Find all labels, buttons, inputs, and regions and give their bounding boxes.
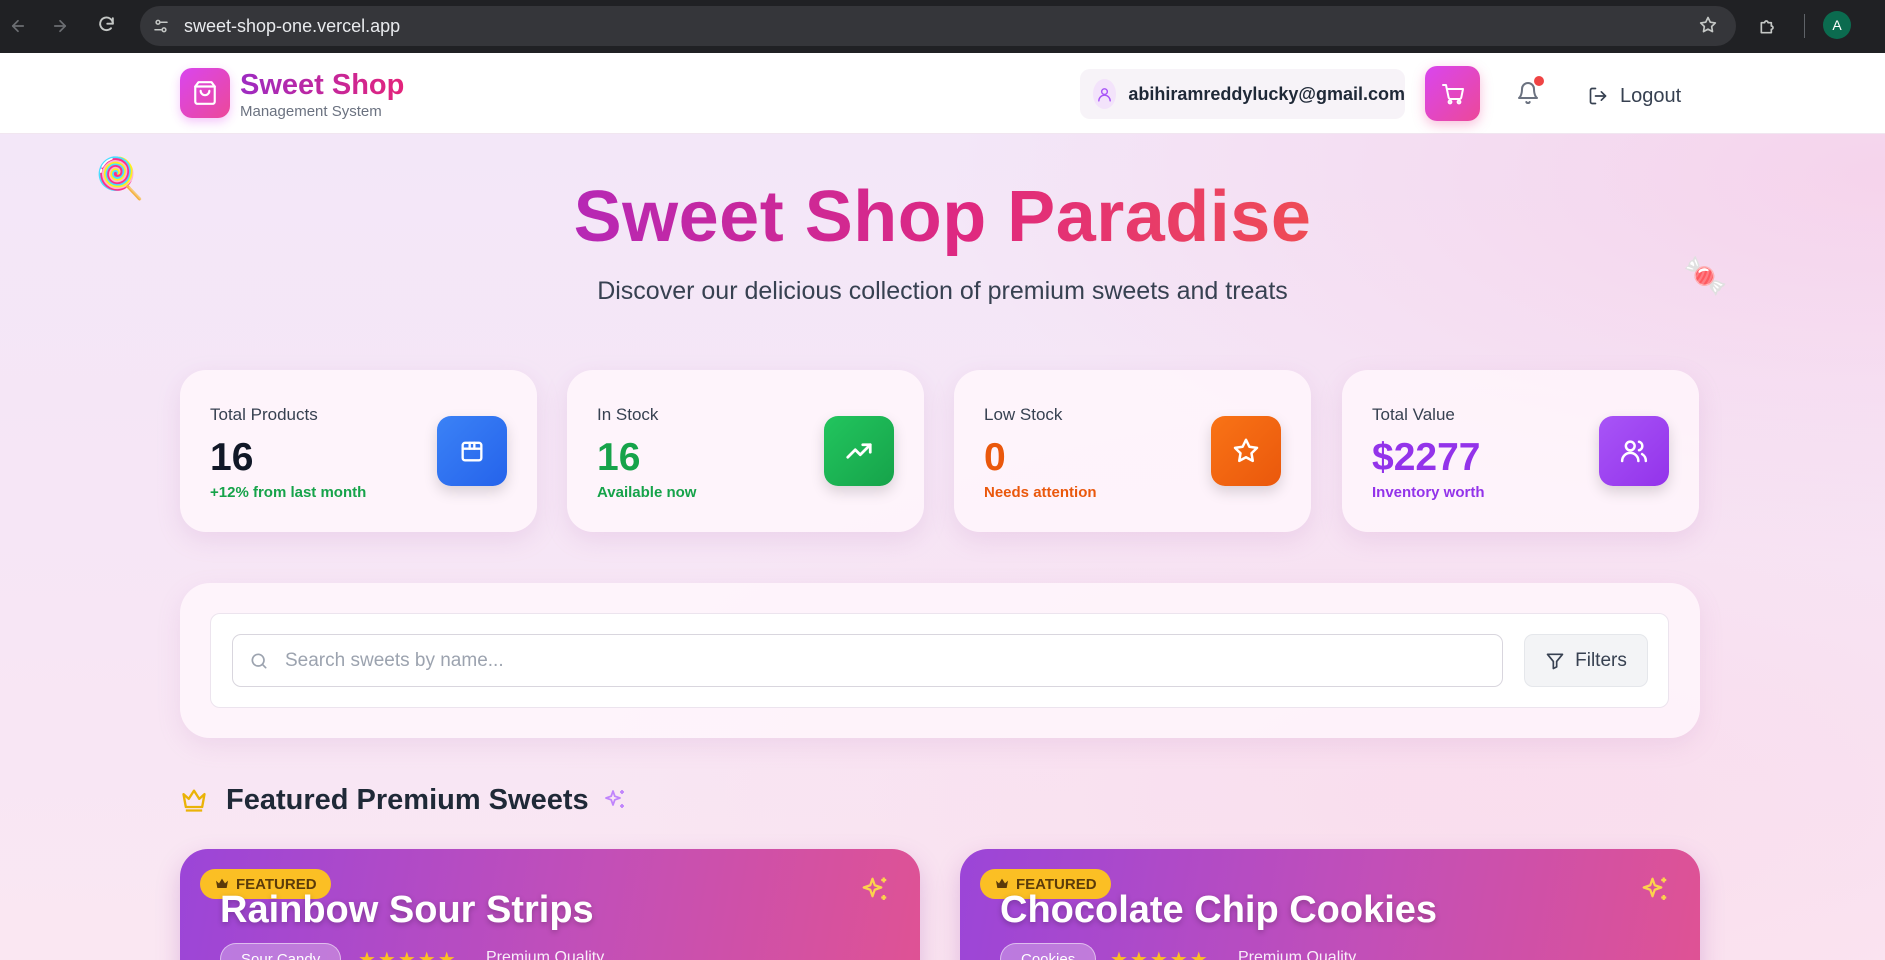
trending-up-icon (846, 443, 872, 459)
stat-value: 0 (984, 436, 1006, 479)
notification-dot (1534, 76, 1544, 86)
logout-button[interactable]: Logout (1588, 78, 1681, 114)
stat-card-low-stock: Low Stock 0 Needs attention (954, 370, 1311, 532)
url-text[interactable]: sweet-shop-one.vercel.app (184, 16, 400, 37)
rating-stars: ★★★★★ (358, 949, 458, 960)
hero-title: Sweet Shop Paradise (573, 177, 1312, 257)
puzzle-icon (1760, 20, 1774, 34)
stat-label: Total Value (1372, 405, 1455, 424)
stat-value: $2277 (1372, 436, 1481, 479)
sparkles-icon (860, 875, 890, 905)
search-panel: Filters (180, 583, 1700, 738)
stat-icon-box (437, 416, 507, 486)
filters-label: Filters (1575, 649, 1627, 671)
stat-note: +12% from last month (210, 484, 367, 501)
toolbar-divider (1804, 14, 1805, 38)
stat-value: 16 (210, 436, 254, 479)
logout-icon (1589, 87, 1607, 105)
sparkles-icon (1640, 875, 1670, 905)
app-header: Sweet Shop Management System abihiramred… (0, 53, 1885, 134)
stat-label: Low Stock (984, 405, 1063, 424)
stat-icon-users (1599, 416, 1669, 486)
user-avatar (1093, 79, 1117, 109)
brand-title: Sweet Shop (240, 69, 405, 101)
cart-button[interactable] (1425, 66, 1480, 121)
hero-subtitle: Discover our delicious collection of pre… (597, 277, 1288, 305)
users-icon (1620, 440, 1648, 463)
browser-toolbar: sweet-shop-one.vercel.app A (0, 0, 1885, 53)
stat-card-total-products: Total Products 16 +12% from last month (180, 370, 537, 532)
user-email: abihiramreddylucky@gmail.com (1128, 83, 1405, 104)
rating-stars: ★★★★★ (1110, 949, 1210, 960)
sparkles-icon (603, 788, 627, 812)
search-bar-container: Filters (210, 613, 1669, 708)
stat-card-in-stock: In Stock 16 Available now (567, 370, 924, 532)
featured-product-name: Rainbow Sour Strips (220, 889, 594, 931)
address-bar[interactable]: sweet-shop-one.vercel.app (140, 6, 1736, 46)
profile-avatar[interactable]: A (1823, 11, 1851, 39)
arrow-right-icon (53, 19, 67, 33)
extensions-button[interactable] (1752, 10, 1784, 42)
brand-subtitle: Management System (240, 103, 382, 120)
user-chip[interactable]: abihiramreddylucky@gmail.com (1080, 69, 1405, 119)
featured-section-title: Featured Premium Sweets (226, 783, 589, 816)
site-info-button[interactable] (146, 11, 176, 41)
arrow-left-icon (11, 19, 25, 33)
reload-button[interactable] (90, 8, 122, 40)
back-button[interactable] (2, 10, 34, 42)
featured-product-name: Chocolate Chip Cookies (1000, 889, 1438, 931)
quality-label: Premium Quality (486, 949, 605, 960)
featured-card[interactable]: FEATURED Rainbow Sour Strips Sour Candy … (180, 849, 920, 960)
stat-value: 16 (597, 436, 641, 479)
stat-note: Needs attention (984, 484, 1097, 501)
star-outline-icon (1699, 16, 1717, 33)
quality-label: Premium Quality (1238, 949, 1357, 960)
featured-section-header: Featured Premium Sweets (180, 780, 627, 820)
featured-card[interactable]: FEATURED Chocolate Chip Cookies Cookies … (960, 849, 1700, 960)
filter-icon (1546, 653, 1564, 669)
stat-note: Available now (597, 484, 697, 501)
shopping-cart-icon (1441, 83, 1464, 104)
search-field[interactable] (232, 634, 1503, 687)
category-tag: Sour Candy (220, 943, 342, 960)
stat-icon-trending (824, 416, 894, 486)
stat-icon-star (1211, 416, 1281, 486)
shopping-bag-icon (194, 81, 216, 105)
reload-icon (98, 16, 114, 31)
tune-icon (154, 19, 168, 33)
forward-button[interactable] (44, 10, 76, 42)
search-input[interactable] (285, 649, 1502, 672)
logout-label: Logout (1620, 84, 1682, 107)
star-icon (1233, 438, 1259, 463)
bookmark-button[interactable] (1698, 15, 1718, 40)
search-icon (249, 651, 269, 671)
crown-icon (182, 789, 206, 812)
stat-label: Total Products (210, 405, 318, 424)
stat-note: Inventory worth (1372, 484, 1485, 501)
box-icon (461, 441, 483, 462)
category-tag: Cookies (1000, 943, 1097, 960)
stat-label: In Stock (597, 405, 659, 424)
stat-card-total-value: Total Value $2277 Inventory worth (1342, 370, 1699, 532)
logo-badge[interactable] (180, 68, 230, 118)
filters-button[interactable]: Filters (1524, 634, 1648, 687)
user-icon (1098, 87, 1112, 102)
